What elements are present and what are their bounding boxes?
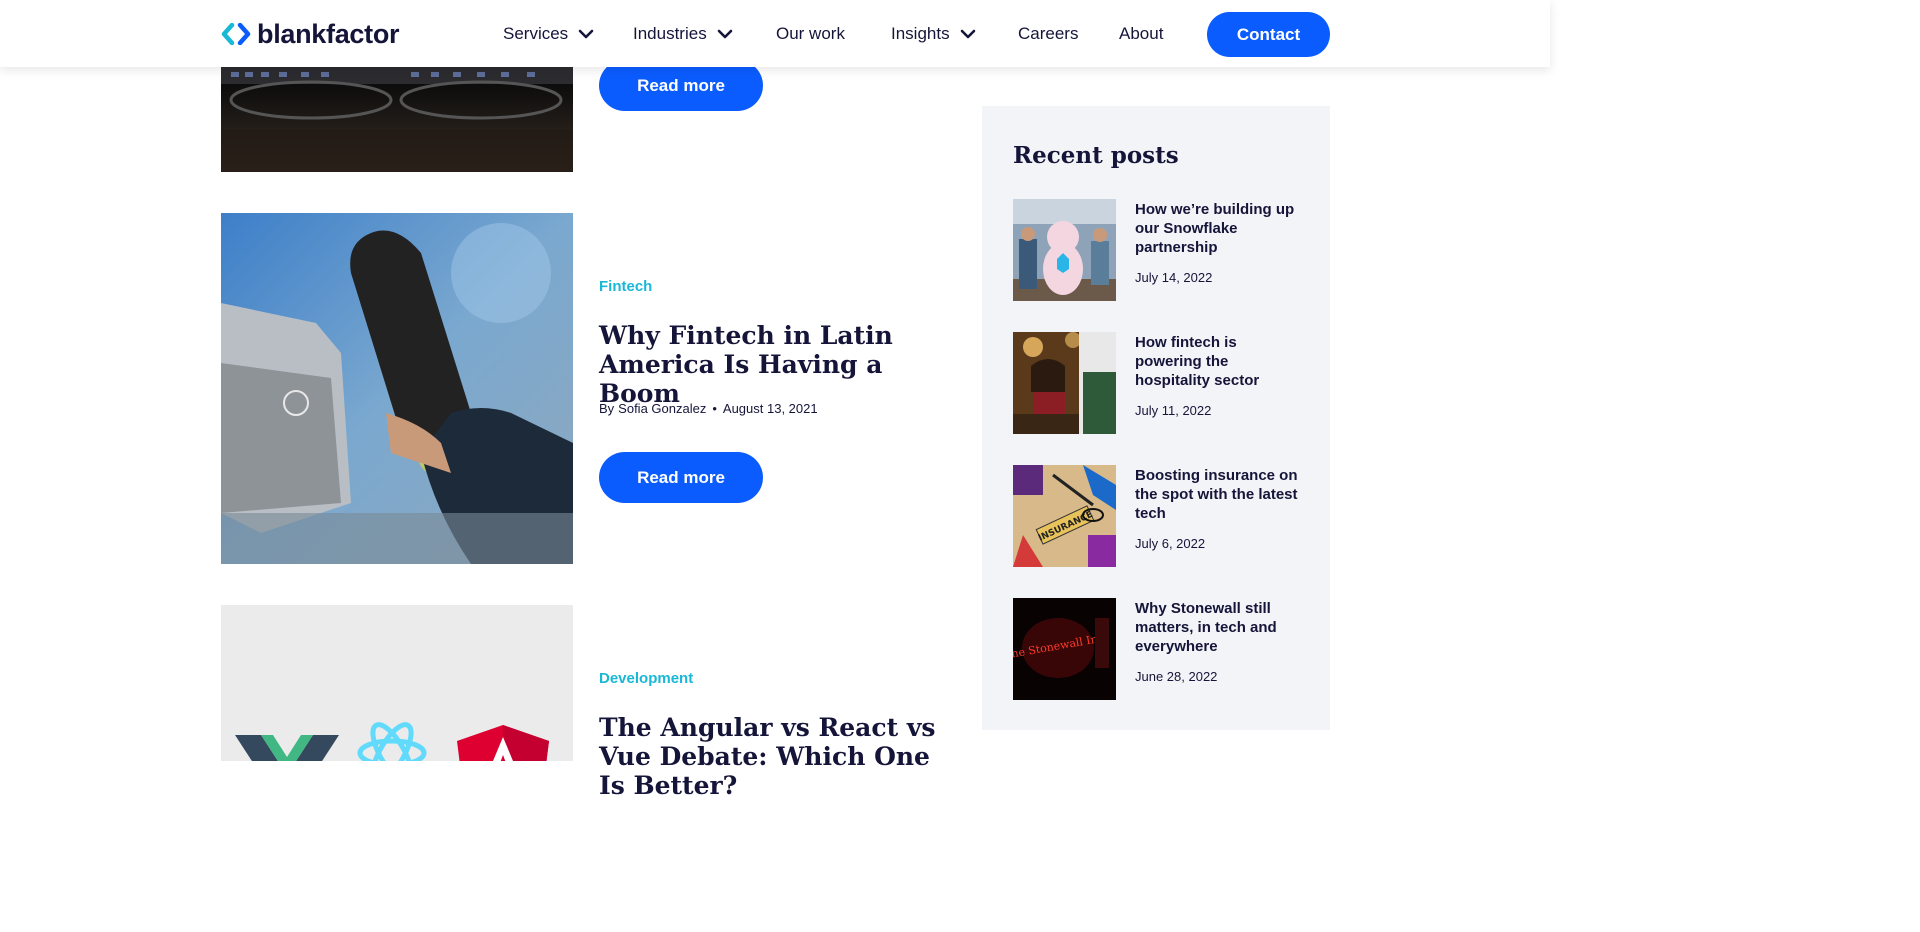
recent-post-date: July 11, 2022 (1135, 403, 1212, 418)
article-byline: By Sofia Gonzalez • August 13, 2021 (599, 401, 818, 416)
read-more-button[interactable]: Read more (599, 60, 763, 111)
chevron-down-icon (578, 29, 594, 38)
recent-post-title[interactable]: How fintech is powering the hospitality … (1135, 333, 1305, 390)
nav-label: About (1119, 23, 1164, 43)
site-header: blankfactor Services Industries Our work… (0, 0, 1550, 67)
recent-post-item[interactable]: How fintech is powering the hospitality … (1013, 332, 1313, 434)
read-more-button[interactable]: Read more (599, 452, 763, 503)
article-category[interactable]: Fintech (599, 278, 652, 295)
sidebar-title: Recent posts (1013, 142, 1179, 169)
chevron-down-icon (960, 29, 975, 38)
article-thumbnail-frameworks[interactable] (221, 605, 573, 761)
frameworks-logos (235, 722, 549, 761)
blankfactor-logo-icon (221, 23, 251, 45)
nav-label: Careers (1018, 23, 1079, 43)
recent-post-date: July 6, 2022 (1135, 536, 1206, 551)
article-thumbnail-payment[interactable] (221, 213, 573, 564)
recent-post-title[interactable]: How we’re building up our Snowflake part… (1135, 200, 1305, 257)
contactless-payment-photo (221, 213, 573, 564)
contact-button[interactable]: Contact (1207, 12, 1330, 57)
recent-post-title[interactable]: Boosting insurance on the spot with the … (1135, 466, 1305, 523)
recent-post-thumbnail[interactable] (1013, 199, 1116, 301)
article-title[interactable]: The Angular vs React vs Vue Debate: Whic… (599, 713, 959, 800)
restaurant-payment-photo (1013, 332, 1116, 434)
recent-post-item[interactable]: INSURANCE Boosting insurance on the spot… (1013, 465, 1313, 567)
article-date: August 13, 2021 (722, 401, 818, 416)
insurance-puzzle-photo: INSURANCE (1013, 465, 1116, 567)
brand-name: blankfactor (257, 18, 400, 49)
nav-insights[interactable]: Insights (891, 0, 976, 67)
article-category[interactable]: Development (599, 670, 693, 687)
recent-post-thumbnail[interactable] (1013, 332, 1116, 434)
byline-separator: • (712, 401, 717, 416)
recent-post-date: July 14, 2022 (1135, 270, 1213, 285)
author-link[interactable]: Sofia Gonzalez (618, 401, 706, 416)
recent-post-title[interactable]: Why Stonewall still matters, in tech and… (1135, 599, 1305, 656)
recent-posts-sidebar: Recent posts How we’re building up our S… (982, 106, 1330, 730)
nav-careers[interactable]: Careers (1018, 0, 1078, 67)
nav-label: Industries (633, 23, 707, 43)
nav-our-work[interactable]: Our work (776, 0, 845, 67)
recent-post-thumbnail[interactable]: The Stonewall Inn (1013, 598, 1116, 700)
logo[interactable]: blankfactor (221, 18, 400, 50)
stonewall-inn-photo: The Stonewall Inn (1013, 598, 1116, 700)
nav-label: Our work (776, 23, 845, 43)
chevron-down-icon (717, 29, 733, 38)
snowflake-bear-photo (1013, 199, 1116, 301)
nav-about[interactable]: About (1119, 0, 1163, 67)
nav-services[interactable]: Services (503, 0, 594, 67)
nav-label: Services (503, 23, 569, 43)
article-title[interactable]: Why Fintech in Latin America Is Having a… (599, 321, 959, 408)
nav-industries[interactable]: Industries (633, 0, 733, 67)
recent-post-thumbnail[interactable]: INSURANCE (1013, 465, 1116, 567)
nav-label: Insights (891, 23, 950, 43)
recent-post-date: June 28, 2022 (1135, 669, 1218, 684)
recent-post-item[interactable]: The Stonewall Inn Why Stonewall still ma… (1013, 598, 1313, 700)
byline-prefix: By (599, 401, 615, 416)
recent-post-item[interactable]: How we’re building up our Snowflake part… (1013, 199, 1313, 301)
